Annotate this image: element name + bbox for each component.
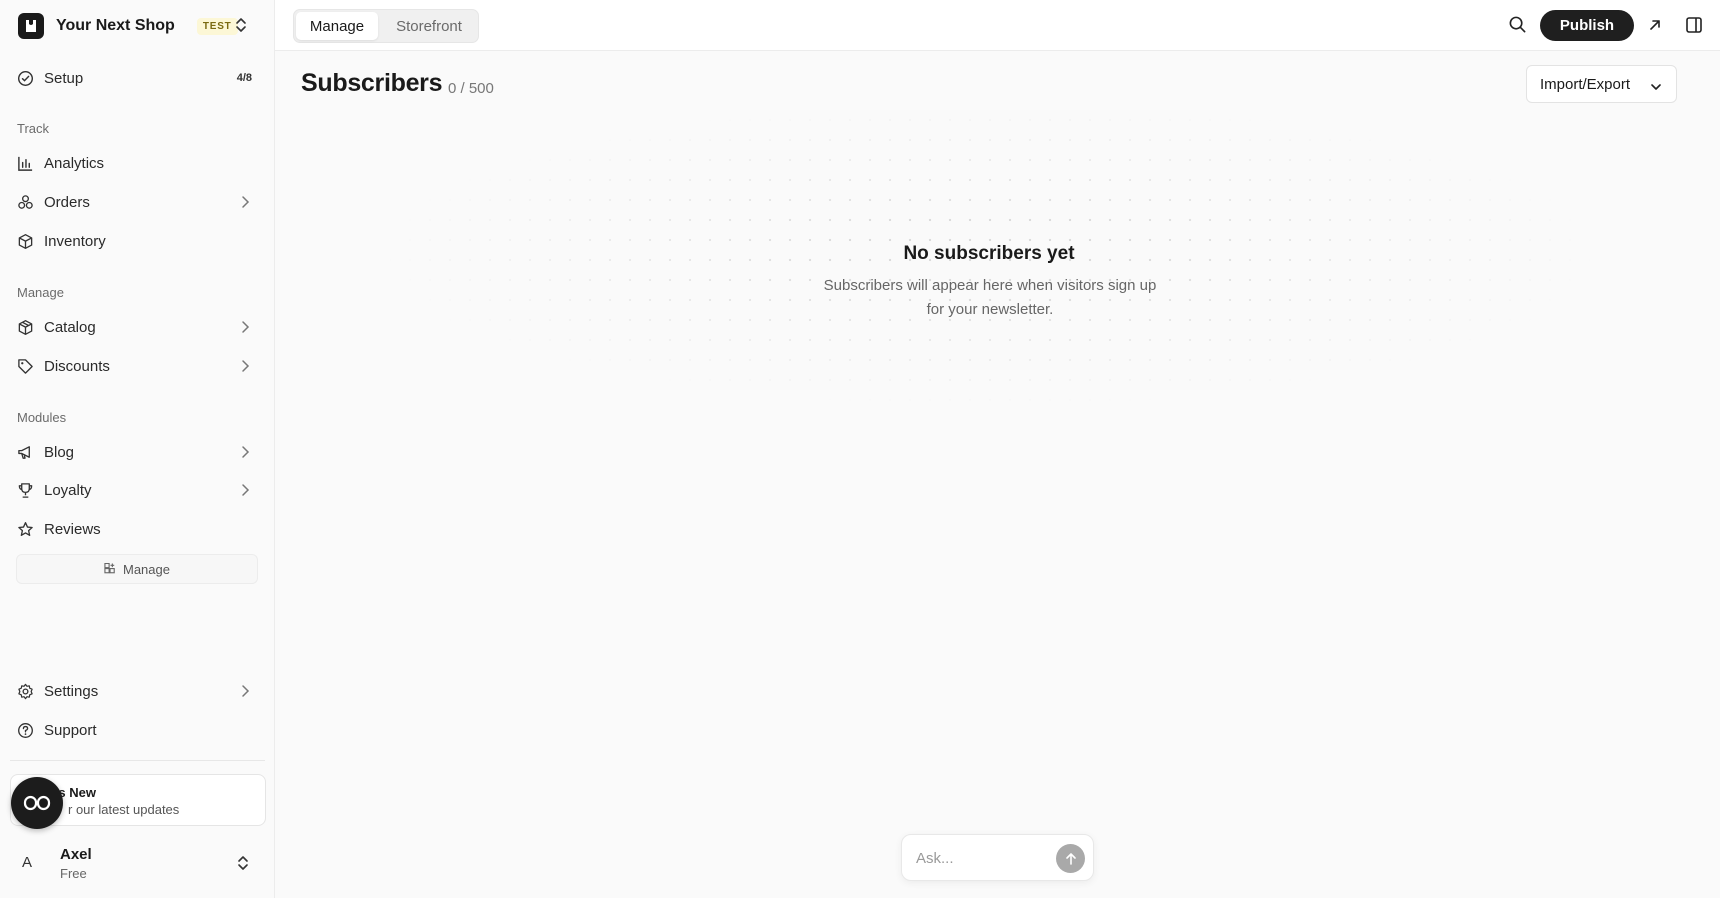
tag-icon (16, 357, 34, 375)
sidebar-item-label: Blog (44, 443, 75, 461)
check-circle-icon (16, 69, 34, 87)
chevron-right-icon (240, 320, 250, 338)
user-name: Axel (60, 846, 92, 863)
external-link-icon[interactable] (1647, 17, 1663, 38)
chevron-right-icon (240, 195, 250, 213)
bar-chart-icon (16, 154, 34, 172)
ask-box (901, 834, 1094, 881)
chat-assistant-button[interactable] (11, 777, 63, 829)
megaphone-icon (16, 443, 34, 461)
sidebar-item-label: Setup (44, 69, 84, 87)
sidebar-item-blog[interactable]: Blog (16, 436, 258, 468)
sidebar-item-orders[interactable]: Orders (16, 186, 258, 218)
package-icon (16, 232, 34, 250)
grid-plus-icon (104, 562, 115, 573)
chevron-right-icon (240, 359, 250, 377)
shop-logo-icon (18, 13, 44, 39)
sidebar-item-label: Orders (44, 193, 90, 211)
manage-modules-label: Manage (123, 561, 170, 577)
tab-storefront[interactable]: Storefront (382, 12, 476, 40)
import-export-button[interactable]: Import/Export (1526, 65, 1677, 103)
sidebar: Your Next Shop TEST Setup 4/8 Track Anal… (0, 0, 275, 898)
chevron-right-icon (240, 445, 250, 463)
sidebar-item-catalog[interactable]: Catalog (16, 311, 258, 343)
tab-manage[interactable]: Manage (296, 12, 378, 40)
sidebar-item-inventory[interactable]: Inventory (16, 225, 258, 257)
view-toggle: Manage Storefront (293, 9, 479, 43)
gear-icon (16, 682, 34, 700)
sidebar-item-label: Inventory (44, 232, 106, 250)
page-title: Subscribers (301, 69, 443, 97)
user-menu[interactable]: A Axel Free (16, 844, 258, 882)
top-bar: Manage Storefront Publish (275, 0, 1720, 51)
sidebar-item-settings[interactable]: Settings (16, 675, 258, 707)
trophy-icon (16, 481, 34, 499)
sidebar-item-reviews[interactable]: Reviews (16, 513, 258, 545)
empty-state-title: No subscribers yet (903, 243, 1075, 264)
sidebar-item-label: Loyalty (44, 481, 92, 499)
help-circle-icon (16, 721, 34, 739)
sidebar-item-label: Reviews (44, 520, 101, 538)
subscriber-count: 0 / 500 (448, 80, 494, 97)
sidebar-item-label: Settings (44, 682, 99, 700)
boxes-icon (16, 193, 34, 211)
sidebar-item-label: Analytics (44, 154, 105, 172)
chevron-right-icon (240, 684, 250, 702)
sidebar-item-discounts[interactable]: Discounts (16, 350, 258, 382)
avatar: A (22, 854, 33, 871)
manage-modules-button[interactable]: Manage (16, 554, 258, 584)
sidebar-item-label: Discounts (44, 357, 110, 375)
import-export-label: Import/Export (1540, 75, 1631, 93)
sidebar-item-loyalty[interactable]: Loyalty (16, 474, 258, 506)
test-badge: TEST (196, 17, 238, 35)
dot-grid-background (300, 110, 1680, 430)
sidebar-divider (10, 760, 265, 761)
box-icon (16, 318, 34, 336)
search-icon[interactable] (1508, 15, 1527, 39)
sidebar-item-support[interactable]: Support (16, 714, 258, 746)
publish-button[interactable]: Publish (1540, 10, 1634, 41)
arrow-up-icon (1065, 852, 1076, 865)
ask-input[interactable] (916, 847, 1046, 869)
chevron-down-icon (1650, 79, 1662, 96)
setup-progress: 4/8 (236, 72, 252, 84)
infinity-glasses-icon (23, 795, 51, 811)
sidebar-item-analytics[interactable]: Analytics (16, 147, 258, 179)
user-plan: Free (60, 866, 87, 881)
send-button[interactable] (1056, 844, 1085, 873)
section-label-modules: Modules (17, 410, 67, 425)
section-label-track: Track (17, 121, 50, 136)
sidebar-toggle-icon[interactable] (1685, 16, 1703, 39)
chevron-right-icon (240, 483, 250, 501)
sidebar-item-setup[interactable]: Setup 4/8 (16, 62, 258, 94)
star-icon (16, 520, 34, 538)
section-label-manage: Manage (17, 285, 64, 300)
whats-new-subtitle: r our latest updates (68, 802, 180, 817)
chevron-up-down-icon (236, 854, 250, 877)
sidebar-item-label: Support (44, 721, 97, 739)
empty-state-subtitle: Subscribers will appear here when visito… (823, 277, 1157, 318)
chevron-up-down-icon (234, 16, 248, 39)
shop-switcher[interactable]: Your Next Shop TEST (18, 12, 258, 40)
shop-name: Your Next Shop (56, 17, 175, 34)
sidebar-item-label: Catalog (44, 318, 96, 336)
